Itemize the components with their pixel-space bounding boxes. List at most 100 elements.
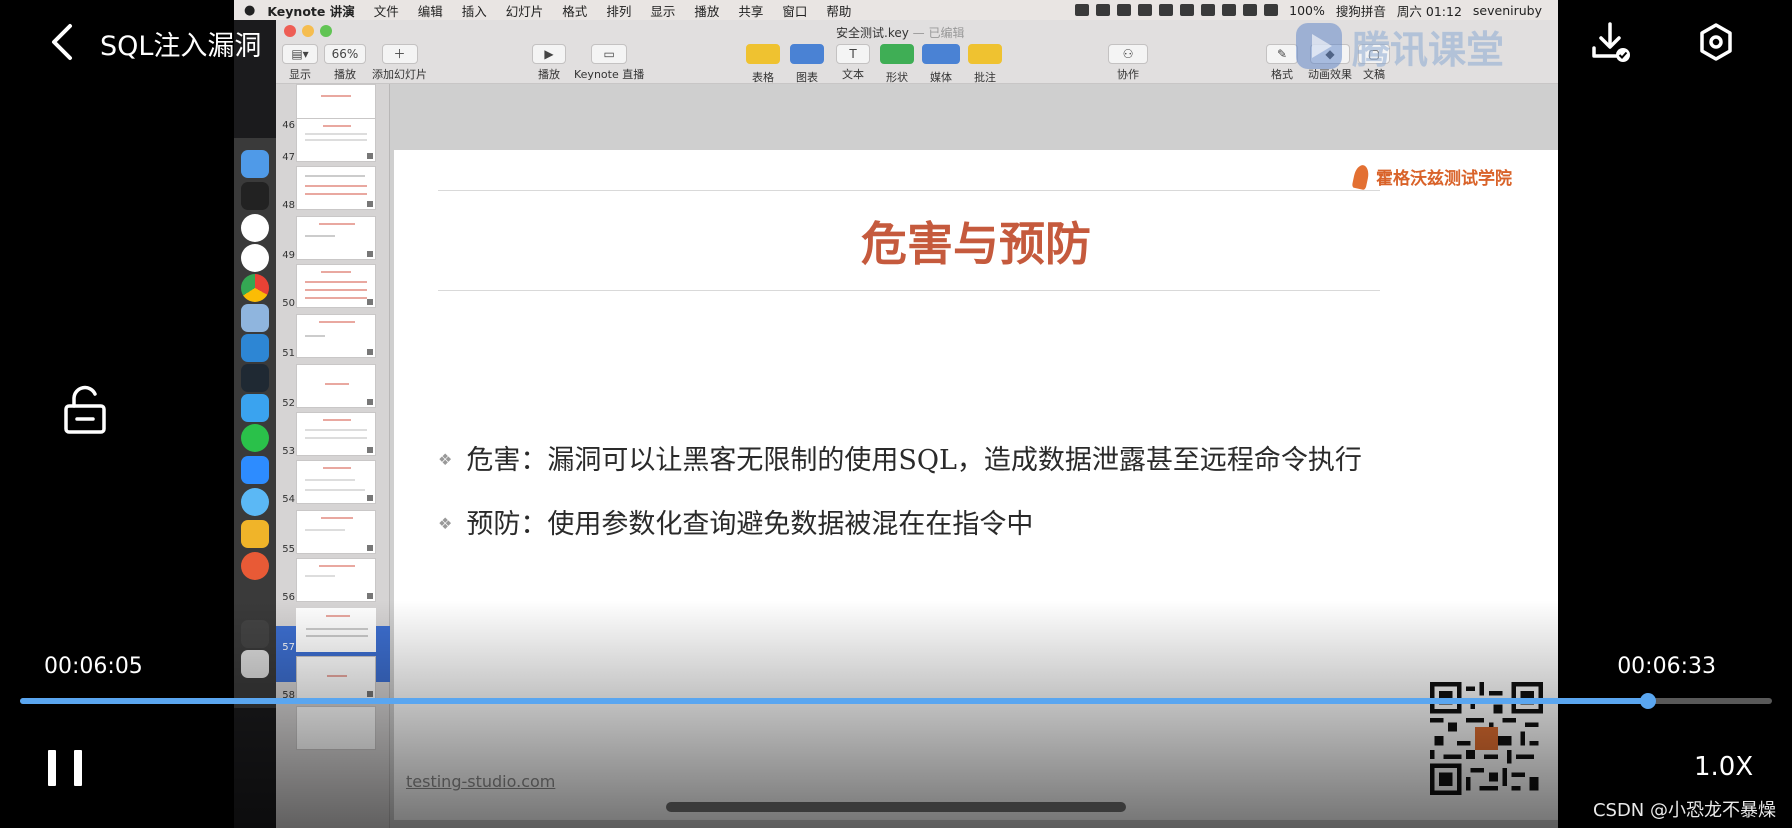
close-button[interactable]: [284, 25, 296, 37]
keynote-icon[interactable]: [241, 304, 269, 332]
slide-thumb-57[interactable]: [296, 608, 376, 652]
slide-number: 53: [282, 446, 295, 457]
menu-format[interactable]: 格式: [562, 1, 587, 20]
media-button[interactable]: 媒体: [922, 44, 960, 85]
chrome-icon[interactable]: [241, 274, 269, 302]
wechat-icon[interactable]: [241, 424, 269, 452]
divider: [438, 290, 1380, 291]
collaborate-button[interactable]: ⚇ 协作: [1108, 44, 1148, 82]
slide-number: 50: [282, 298, 295, 309]
input-method[interactable]: 搜狗拼音: [1336, 1, 1386, 20]
terminal-icon[interactable]: [241, 182, 269, 210]
apk-icon[interactable]: [241, 620, 269, 648]
zoom-window-button[interactable]: [320, 25, 332, 37]
mac-dock: [234, 138, 276, 708]
format-button[interactable]: ✎ 格式: [1266, 44, 1298, 82]
battery-level: 100%: [1289, 2, 1325, 18]
slide-thumb-54[interactable]: [296, 460, 376, 504]
zoom-icon[interactable]: [241, 456, 269, 484]
play-button[interactable]: ▶ 播放: [532, 44, 566, 82]
slide-thumb-58[interactable]: [296, 656, 376, 700]
tencent-classroom-watermark: 腾讯课堂: [1296, 18, 1558, 74]
qq-icon[interactable]: [241, 214, 269, 242]
slide-thumb-53[interactable]: [296, 412, 376, 456]
search-app-icon[interactable]: [241, 488, 269, 516]
slide-number: 55: [282, 544, 295, 555]
slide-number: 48: [282, 200, 295, 211]
minimize-button[interactable]: [302, 25, 314, 37]
download-icon[interactable]: [1590, 20, 1630, 64]
lock-icon[interactable]: [62, 384, 108, 436]
document-title: 安全测试.key — 已编辑: [836, 26, 965, 40]
menu-edit[interactable]: 编辑: [418, 1, 443, 20]
keynote-window: 安全测试.key — 已编辑 ▤▾ 显示 66% 播放 ＋添加幻灯片 ▶ 播放 ▭ Ke…: [276, 20, 1558, 828]
slide-number: 47: [282, 152, 295, 163]
menu-arrange[interactable]: 排列: [606, 1, 631, 20]
settings-icon[interactable]: [1696, 20, 1736, 64]
progress-knob[interactable]: [1639, 693, 1656, 709]
powerpoint-icon[interactable]: [241, 552, 269, 580]
menubar-clock[interactable]: 周六 01:12: [1397, 1, 1462, 20]
chart-button[interactable]: 图表: [790, 44, 824, 85]
comment-button[interactable]: 批注: [968, 44, 1002, 85]
bullet-prevention: ❖ 预防：使用参数化查询避免数据被混在在指令中: [438, 509, 1034, 540]
menu-play[interactable]: 播放: [694, 1, 719, 20]
flame-icon: [1351, 163, 1371, 190]
slide-thumb-52[interactable]: [296, 364, 376, 408]
slide-thumb-49[interactable]: [296, 216, 376, 260]
playback-speed[interactable]: 1.0X: [1694, 752, 1753, 782]
slide-number: 49: [282, 250, 295, 261]
slide-thumb-59[interactable]: [296, 706, 376, 750]
slide-navigator: 46 47 48 49 50 51 52 53 54 55 56 57 58: [276, 84, 390, 828]
vscode-icon[interactable]: [241, 334, 269, 362]
slide-thumb-48[interactable]: [296, 166, 376, 210]
menu-help[interactable]: 帮助: [826, 1, 851, 20]
menu-view[interactable]: 显示: [650, 1, 675, 20]
slide-thumb-56[interactable]: [296, 558, 376, 602]
website-link[interactable]: testing-studio.com: [406, 772, 555, 791]
sketch-icon[interactable]: [241, 520, 269, 548]
slide-number-selected: 57: [282, 642, 295, 653]
slide-number: 56: [282, 592, 295, 603]
status-icons: [1075, 4, 1279, 16]
qq-icon-2[interactable]: [241, 244, 269, 272]
slide-thumb-51[interactable]: [296, 314, 376, 358]
zoom-select[interactable]: 66% 播放: [324, 44, 366, 82]
trash-icon[interactable]: [241, 650, 269, 678]
bullet-diamond-icon: ❖: [438, 514, 453, 533]
keynote-live-button[interactable]: ▭ Keynote 直播: [574, 44, 644, 82]
text-button[interactable]: T 文本: [836, 44, 870, 82]
progress-track[interactable]: [20, 693, 1772, 709]
shape-button[interactable]: 形状: [880, 44, 914, 85]
csdn-credit: CSDN @小恐龙不暴燥: [1592, 800, 1776, 821]
slide-number: 46: [282, 120, 295, 131]
brand-logo: 霍格沃兹测试学院: [1351, 163, 1512, 190]
pause-icon[interactable]: [48, 750, 82, 786]
mac-menubar: ● Keynote 讲演 文件 编辑 插入 幻灯片 格式 排列 显示 播放 共享…: [234, 0, 1558, 20]
app-icon[interactable]: [241, 394, 269, 422]
screen-icon[interactable]: [241, 364, 269, 392]
slide-thumb-55[interactable]: [296, 510, 376, 554]
slide-number: 51: [282, 348, 295, 359]
menu-slide[interactable]: 幻灯片: [506, 1, 544, 20]
menu-share[interactable]: 共享: [738, 1, 763, 20]
menu-window[interactable]: 窗口: [782, 1, 807, 20]
add-slide-button[interactable]: ＋添加幻灯片: [372, 44, 427, 82]
back-arrow-icon[interactable]: [48, 22, 78, 62]
progress-played: [20, 698, 1648, 704]
table-button[interactable]: 表格: [746, 44, 780, 85]
apple-icon[interactable]: ●: [244, 3, 255, 18]
total-time: 00:06:33: [1617, 654, 1716, 679]
finder-icon[interactable]: [241, 150, 269, 178]
slide-thumb-50[interactable]: [296, 264, 376, 308]
view-button[interactable]: ▤▾ 显示: [282, 44, 318, 82]
slide-content[interactable]: 霍格沃兹测试学院 危害与预防 ❖ 危害：漏洞可以让黑客无限制的使用SQL，造成数据…: [394, 150, 1558, 820]
menubar-user[interactable]: seveniruby: [1473, 3, 1542, 18]
tencent-play-icon: [1296, 23, 1342, 69]
menubar-app-name[interactable]: Keynote 讲演: [267, 1, 354, 20]
home-indicator[interactable]: [666, 802, 1126, 812]
menu-insert[interactable]: 插入: [462, 1, 487, 20]
slide-thumb-47[interactable]: [296, 118, 376, 162]
slide-title: 危害与预防: [861, 217, 1091, 271]
menu-file[interactable]: 文件: [374, 1, 399, 20]
